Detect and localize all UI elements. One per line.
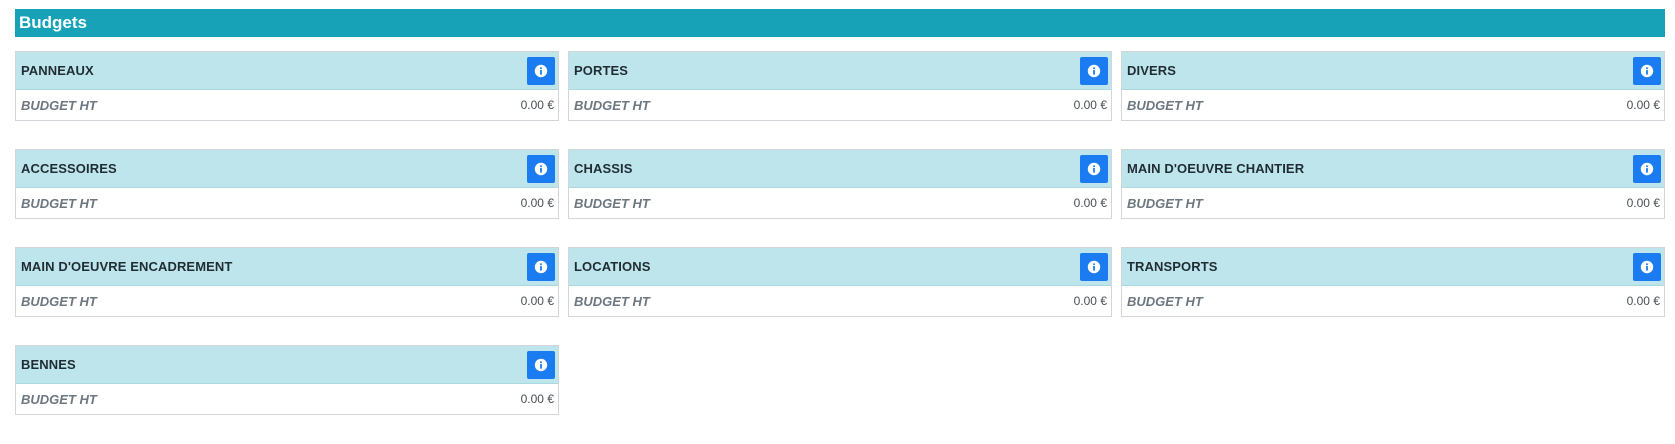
budget-card-title: ACCESSOIRES <box>21 161 117 176</box>
info-icon <box>534 260 548 273</box>
budget-card-header: BENNES <box>16 346 558 384</box>
budget-card-header: TRANSPORTS <box>1122 248 1664 286</box>
budget-card-body: BUDGET HT 0.00 € <box>569 188 1111 218</box>
info-icon <box>1640 162 1654 175</box>
budget-card: BENNES BUDGET HT 0.00 € <box>15 345 559 415</box>
budget-card: LOCATIONS BUDGET HT 0.00 € <box>568 247 1112 317</box>
budget-card-header: CHASSIS <box>569 150 1111 188</box>
budget-card-title: TRANSPORTS <box>1127 259 1218 274</box>
budget-value: 0.00 € <box>1073 98 1107 112</box>
budget-label: BUDGET HT <box>574 97 650 113</box>
info-icon <box>534 64 548 77</box>
budget-card-body: BUDGET HT 0.00 € <box>569 286 1111 316</box>
info-button[interactable] <box>527 154 555 183</box>
info-button[interactable] <box>1080 56 1108 85</box>
budget-card-header: PANNEAUX <box>16 52 558 90</box>
budget-label: BUDGET HT <box>21 391 97 407</box>
info-icon <box>534 358 548 371</box>
info-icon <box>1087 162 1101 175</box>
budget-card-header: ACCESSOIRES <box>16 150 558 188</box>
info-button[interactable] <box>1080 154 1108 183</box>
budget-value: 0.00 € <box>1073 196 1107 210</box>
budget-value: 0.00 € <box>1073 294 1107 308</box>
budget-value: 0.00 € <box>520 98 554 112</box>
budget-label: BUDGET HT <box>1127 97 1203 113</box>
budget-card: TRANSPORTS BUDGET HT 0.00 € <box>1121 247 1665 317</box>
budget-value: 0.00 € <box>520 196 554 210</box>
budget-value: 0.00 € <box>1626 196 1660 210</box>
budget-label: BUDGET HT <box>21 97 97 113</box>
budget-value: 0.00 € <box>520 294 554 308</box>
info-button[interactable] <box>1633 56 1661 85</box>
budget-label: BUDGET HT <box>21 195 97 211</box>
budget-label: BUDGET HT <box>574 195 650 211</box>
budget-card: CHASSIS BUDGET HT 0.00 € <box>568 149 1112 219</box>
budget-card-body: BUDGET HT 0.00 € <box>16 384 558 414</box>
budget-card-title: PORTES <box>574 63 629 78</box>
info-icon <box>1087 64 1101 77</box>
budget-card-body: BUDGET HT 0.00 € <box>1122 286 1664 316</box>
budget-card-body: BUDGET HT 0.00 € <box>1122 188 1664 218</box>
info-button[interactable] <box>1633 252 1661 281</box>
budget-label: BUDGET HT <box>1127 293 1203 309</box>
budget-card-header: LOCATIONS <box>569 248 1111 286</box>
budget-label: BUDGET HT <box>21 293 97 309</box>
budget-card-title: DIVERS <box>1127 63 1177 78</box>
budget-label: BUDGET HT <box>1127 195 1203 211</box>
budget-card: PORTES BUDGET HT 0.00 € <box>568 51 1112 121</box>
budget-card: ACCESSOIRES BUDGET HT 0.00 € <box>15 149 559 219</box>
budget-card-body: BUDGET HT 0.00 € <box>1122 90 1664 120</box>
budget-card-body: BUDGET HT 0.00 € <box>16 90 558 120</box>
budget-value: 0.00 € <box>1626 98 1660 112</box>
budget-label: BUDGET HT <box>574 293 650 309</box>
budget-card-header: DIVERS <box>1122 52 1664 90</box>
budget-card-title: MAIN D'OEUVRE CHANTIER <box>1127 161 1305 176</box>
budget-card-header: MAIN D'OEUVRE CHANTIER <box>1122 150 1664 188</box>
budget-value: 0.00 € <box>1626 294 1660 308</box>
info-icon <box>1087 260 1101 273</box>
budget-card-title: LOCATIONS <box>574 259 651 274</box>
info-icon <box>534 162 548 175</box>
budget-card-header: MAIN D'OEUVRE ENCADREMENT <box>16 248 558 286</box>
budget-card: PANNEAUX BUDGET HT 0.00 € <box>15 51 559 121</box>
info-button[interactable] <box>1633 154 1661 183</box>
info-icon <box>1640 260 1654 273</box>
budget-card-body: BUDGET HT 0.00 € <box>16 286 558 316</box>
budget-card-header: PORTES <box>569 52 1111 90</box>
budget-grid: PANNEAUX BUDGET HT 0.00 € PORTES BUDGET … <box>15 51 1665 415</box>
budget-card-title: PANNEAUX <box>21 63 94 78</box>
info-button[interactable] <box>1080 252 1108 281</box>
info-button[interactable] <box>527 350 555 379</box>
info-button[interactable] <box>527 252 555 281</box>
section-title: Budgets <box>15 9 1665 37</box>
budget-card: DIVERS BUDGET HT 0.00 € <box>1121 51 1665 121</box>
info-button[interactable] <box>527 56 555 85</box>
budget-card-body: BUDGET HT 0.00 € <box>16 188 558 218</box>
info-icon <box>1640 64 1654 77</box>
budget-card: MAIN D'OEUVRE CHANTIER BUDGET HT 0.00 € <box>1121 149 1665 219</box>
budget-card-title: MAIN D'OEUVRE ENCADREMENT <box>21 259 233 274</box>
budget-card-body: BUDGET HT 0.00 € <box>569 90 1111 120</box>
budget-card-title: BENNES <box>21 357 76 372</box>
budget-value: 0.00 € <box>520 392 554 406</box>
budget-card-title: CHASSIS <box>574 161 633 176</box>
budget-card: MAIN D'OEUVRE ENCADREMENT BUDGET HT 0.00… <box>15 247 559 317</box>
